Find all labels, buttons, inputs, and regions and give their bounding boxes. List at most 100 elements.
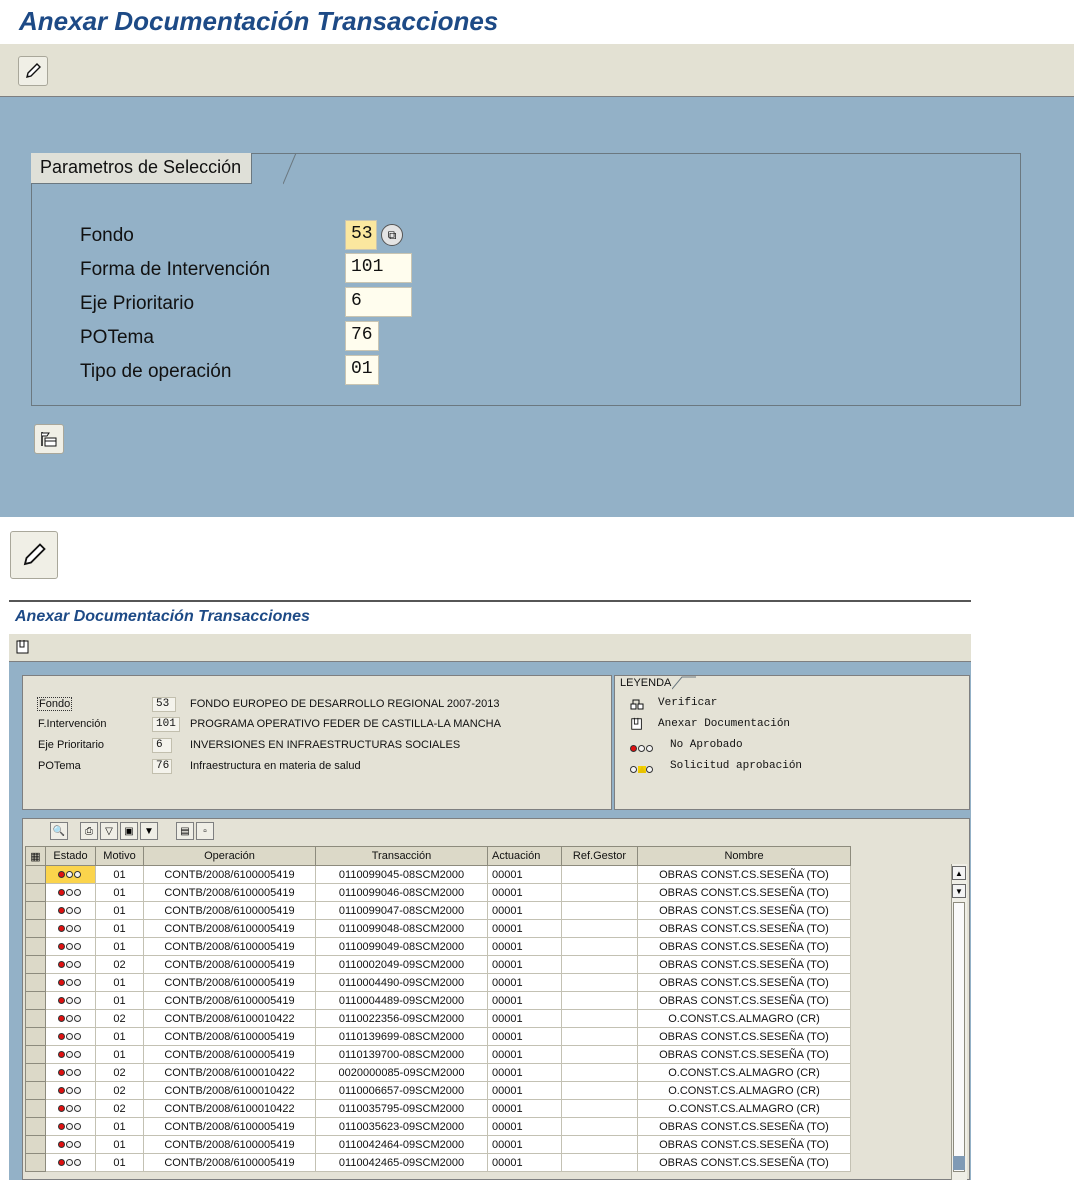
row-selector[interactable]	[25, 1099, 46, 1118]
edit-pencil-icon[interactable]	[18, 56, 48, 86]
export-icon[interactable]: ▤	[176, 822, 194, 840]
cell-operacion[interactable]: CONTB/2008/6100005419	[143, 973, 316, 992]
status-light[interactable]	[45, 901, 96, 920]
table-row[interactable]: 02 CONTB/2008/6100010422 0110035795-09SCM2…	[25, 1099, 851, 1118]
cell-motivo[interactable]: 01	[95, 1027, 144, 1046]
status-light[interactable]	[45, 1117, 96, 1136]
cell-ref-gestor[interactable]	[561, 1081, 638, 1100]
cell-ref-gestor[interactable]	[561, 1009, 638, 1028]
cell-operacion[interactable]: CONTB/2008/6100005419	[143, 1153, 316, 1172]
row-selector[interactable]	[25, 883, 46, 902]
cell-operacion[interactable]: CONTB/2008/6100010422	[143, 1099, 316, 1118]
cell-ref-gestor[interactable]	[561, 1027, 638, 1046]
cell-nombre[interactable]: OBRAS CONST.CS.SESEÑA (TO)	[637, 883, 851, 902]
cell-nombre[interactable]: OBRAS CONST.CS.SESEÑA (TO)	[637, 973, 851, 992]
cell-motivo[interactable]: 01	[95, 1135, 144, 1154]
cell-ref-gestor[interactable]	[561, 1045, 638, 1064]
row-selector[interactable]	[25, 1153, 46, 1172]
input-forma-intervencion[interactable]: 101	[345, 253, 412, 283]
cell-nombre[interactable]: O.CONST.CS.ALMAGRO (CR)	[637, 1063, 851, 1082]
cell-operacion[interactable]: CONTB/2008/6100005419	[143, 1135, 316, 1154]
cell-ref-gestor[interactable]	[561, 955, 638, 974]
cell-actuacion[interactable]: 00001	[487, 973, 562, 992]
cell-motivo[interactable]: 02	[95, 955, 144, 974]
row-selector[interactable]	[25, 1045, 46, 1064]
cell-transaccion[interactable]: 0110042465-09SCM2000	[315, 1153, 488, 1172]
cell-actuacion[interactable]: 00001	[487, 991, 562, 1010]
cell-actuacion[interactable]: 00001	[487, 955, 562, 974]
table-row[interactable]: 02 CONTB/2008/6100010422 0110006657-09SCM2…	[25, 1081, 851, 1100]
cell-operacion[interactable]: CONTB/2008/6100005419	[143, 1027, 316, 1046]
cell-ref-gestor[interactable]	[561, 1117, 638, 1136]
cell-transaccion[interactable]: 0110099049-08SCM2000	[315, 937, 488, 956]
cell-nombre[interactable]: O.CONST.CS.ALMAGRO (CR)	[637, 1009, 851, 1028]
execute-icon[interactable]	[34, 424, 64, 454]
table-row[interactable]: 01 CONTB/2008/6100005419 0110099047-08SCM2…	[25, 901, 851, 920]
row-selector[interactable]	[25, 991, 46, 1010]
status-light[interactable]	[45, 865, 96, 884]
cell-operacion[interactable]: CONTB/2008/6100010422	[143, 1081, 316, 1100]
table-row[interactable]: 02 CONTB/2008/6100005419 0110002049-09SCM2…	[25, 955, 851, 974]
filter-icon[interactable]: ▽	[100, 822, 118, 840]
row-selector[interactable]	[25, 919, 46, 938]
status-light[interactable]	[45, 1045, 96, 1064]
input-eje-prioritario[interactable]: 6	[345, 287, 412, 317]
status-light[interactable]	[45, 1135, 96, 1154]
status-light[interactable]	[45, 1153, 96, 1172]
cell-ref-gestor[interactable]	[561, 1135, 638, 1154]
input-fondo[interactable]: 53	[345, 220, 377, 250]
cell-transaccion[interactable]: 0110099048-08SCM2000	[315, 919, 488, 938]
cell-ref-gestor[interactable]	[561, 1063, 638, 1082]
table-row[interactable]: 01 CONTB/2008/6100005419 0110004489-09SCM2…	[25, 991, 851, 1010]
row-selector[interactable]	[25, 1117, 46, 1136]
cell-nombre[interactable]: OBRAS CONST.CS.SESEÑA (TO)	[637, 919, 851, 938]
row-selector[interactable]	[25, 955, 46, 974]
status-light[interactable]	[45, 1099, 96, 1118]
cell-transaccion[interactable]: 0110139699-08SCM2000	[315, 1027, 488, 1046]
cell-transaccion[interactable]: 0110002049-09SCM2000	[315, 955, 488, 974]
cell-motivo[interactable]: 02	[95, 1099, 144, 1118]
status-light[interactable]	[45, 1063, 96, 1082]
cell-motivo[interactable]: 01	[95, 1045, 144, 1064]
scroll-thumb[interactable]	[953, 1156, 965, 1170]
select-all-icon[interactable]: ▦	[25, 846, 46, 866]
cell-ref-gestor[interactable]	[561, 1099, 638, 1118]
status-light[interactable]	[45, 973, 96, 992]
cell-ref-gestor[interactable]	[561, 901, 638, 920]
col-estado[interactable]: Estado	[45, 846, 96, 866]
cell-actuacion[interactable]: 00001	[487, 883, 562, 902]
cell-transaccion[interactable]: 0110035623-09SCM2000	[315, 1117, 488, 1136]
scroll-track[interactable]	[953, 902, 965, 1172]
row-selector[interactable]	[25, 1063, 46, 1082]
cell-actuacion[interactable]: 00001	[487, 1063, 562, 1082]
cell-nombre[interactable]: OBRAS CONST.CS.SESEÑA (TO)	[637, 1027, 851, 1046]
cell-motivo[interactable]: 01	[95, 901, 144, 920]
cell-nombre[interactable]: OBRAS CONST.CS.SESEÑA (TO)	[637, 955, 851, 974]
cell-nombre[interactable]: OBRAS CONST.CS.SESEÑA (TO)	[637, 937, 851, 956]
cell-actuacion[interactable]: 00001	[487, 1135, 562, 1154]
cell-nombre[interactable]: OBRAS CONST.CS.SESEÑA (TO)	[637, 991, 851, 1010]
cell-nombre[interactable]: OBRAS CONST.CS.SESEÑA (TO)	[637, 901, 851, 920]
cell-actuacion[interactable]: 00001	[487, 1081, 562, 1100]
cell-motivo[interactable]: 01	[95, 1117, 144, 1136]
cell-actuacion[interactable]: 00001	[487, 1117, 562, 1136]
row-selector[interactable]	[25, 865, 46, 884]
cell-operacion[interactable]: CONTB/2008/6100005419	[143, 1117, 316, 1136]
cell-motivo[interactable]: 02	[95, 1081, 144, 1100]
cell-ref-gestor[interactable]	[561, 973, 638, 992]
cell-ref-gestor[interactable]	[561, 865, 638, 884]
layout-icon[interactable]: ▫	[196, 822, 214, 840]
cell-motivo[interactable]: 02	[95, 1063, 144, 1082]
details-icon[interactable]: 🔍	[50, 822, 68, 840]
cell-transaccion[interactable]: 0110099047-08SCM2000	[315, 901, 488, 920]
table-row[interactable]: 01 CONTB/2008/6100005419 0110042464-09SCM2…	[25, 1135, 851, 1154]
cell-nombre[interactable]: OBRAS CONST.CS.SESEÑA (TO)	[637, 1117, 851, 1136]
cell-ref-gestor[interactable]	[561, 919, 638, 938]
scroll-down-icon[interactable]: ▼	[952, 884, 966, 898]
cell-nombre[interactable]: O.CONST.CS.ALMAGRO (CR)	[637, 1081, 851, 1100]
cell-operacion[interactable]: CONTB/2008/6100005419	[143, 901, 316, 920]
value-help-icon[interactable]: ⧉	[381, 224, 403, 246]
col-actuacion[interactable]: Actuación	[487, 846, 562, 866]
cell-motivo[interactable]: 01	[95, 1153, 144, 1172]
cell-transaccion[interactable]: 0110004489-09SCM2000	[315, 991, 488, 1010]
